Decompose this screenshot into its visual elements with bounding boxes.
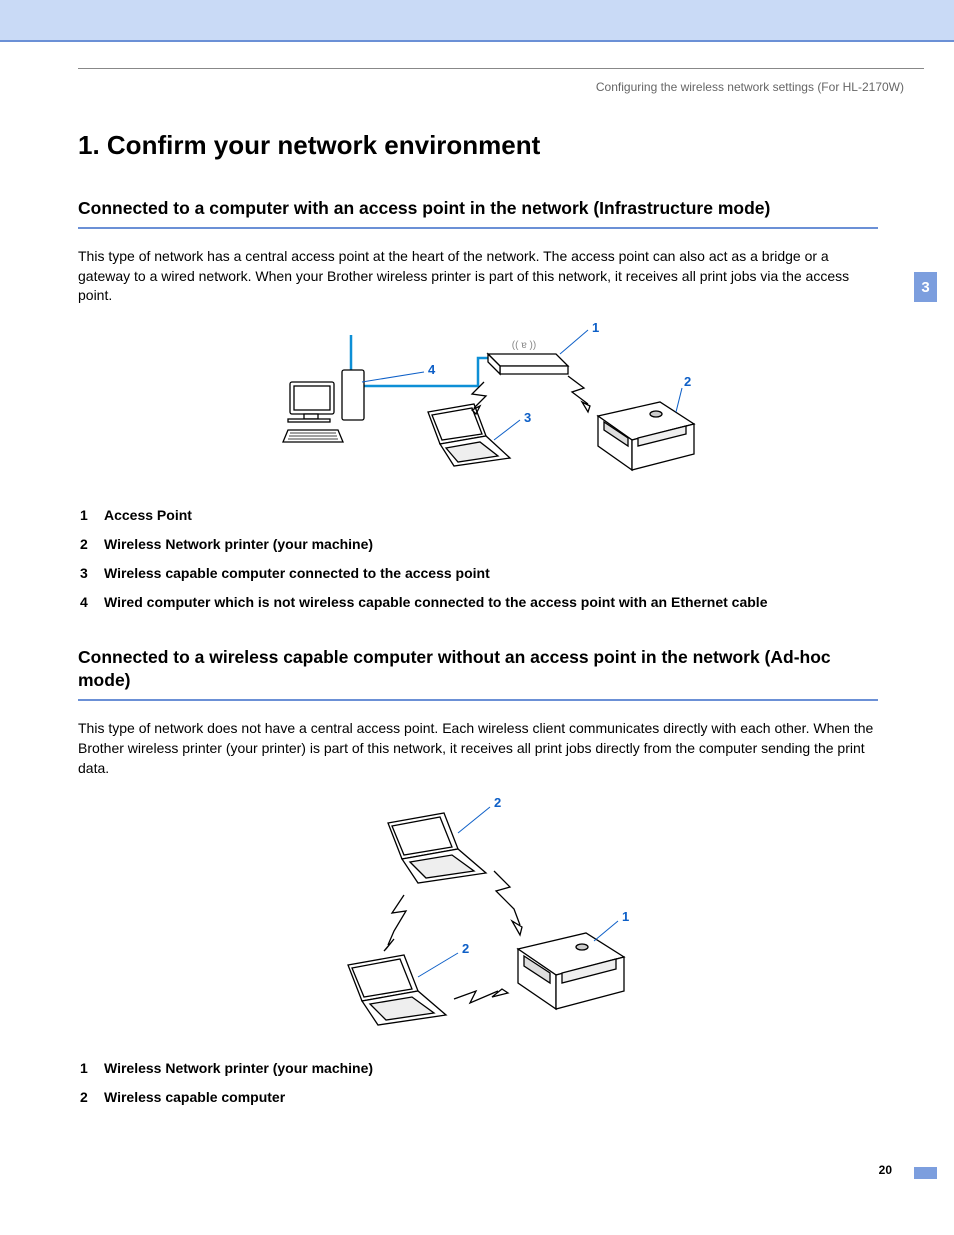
adhoc-diagram: 2 2 1	[298, 793, 658, 1043]
legend-item: 2Wireless Network printer (your machine)	[78, 535, 878, 554]
page-header: Configuring the wireless network setting…	[596, 80, 904, 94]
infra-label-1: 1	[592, 320, 599, 335]
infra-legend: 1Access Point 2Wireless Network printer …	[78, 506, 878, 612]
legend-item: 3Wireless capable computer connected to …	[78, 564, 878, 583]
infra-label-2: 2	[684, 374, 691, 389]
header-rule	[78, 68, 924, 69]
adhoc-label-bottom: 2	[462, 941, 469, 956]
chapter-tab: 3	[914, 272, 937, 302]
infra-label-4: 4	[428, 362, 436, 377]
legend-item: 1Wireless Network printer (your machine)	[78, 1059, 878, 1078]
footer-tab	[914, 1167, 937, 1179]
section-title: 1. Confirm your network environment	[78, 130, 878, 161]
svg-text:(( ɐ )): (( ɐ ))	[512, 340, 536, 351]
legend-item: 2Wireless capable computer	[78, 1088, 878, 1107]
page-number: 20	[879, 1163, 892, 1177]
top-bar	[0, 0, 954, 42]
adhoc-label-printer: 1	[622, 909, 629, 924]
page-content: 1. Confirm your network environment Conn…	[78, 130, 878, 1140]
infra-label-3: 3	[524, 410, 531, 425]
infra-diagram: (( ɐ )) 1 2	[258, 320, 698, 490]
infra-paragraph: This type of network has a central acces…	[78, 247, 878, 307]
legend-item: 4Wired computer which is not wireless ca…	[78, 593, 878, 612]
adhoc-paragraph: This type of network does not have a cen…	[78, 719, 878, 779]
adhoc-heading: Connected to a wireless capable computer…	[78, 646, 878, 701]
infra-heading: Connected to a computer with an access p…	[78, 197, 878, 229]
legend-item: 1Access Point	[78, 506, 878, 525]
adhoc-legend: 1Wireless Network printer (your machine)…	[78, 1059, 878, 1107]
adhoc-label-top: 2	[494, 795, 501, 810]
